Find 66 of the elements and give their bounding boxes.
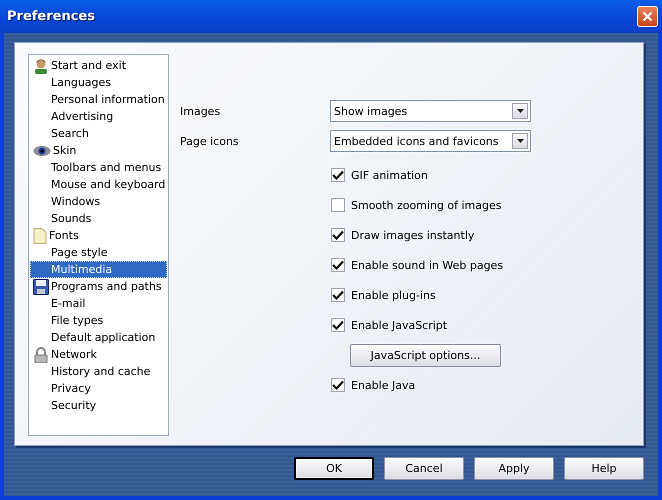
- category-item[interactable]: Personal information: [30, 91, 167, 108]
- category-item[interactable]: Default application: [30, 329, 167, 346]
- caret-icon: [516, 139, 524, 143]
- checkmark-icon: [332, 260, 344, 270]
- checkmark-icon: [332, 170, 344, 180]
- category-item[interactable]: Advertising: [30, 108, 167, 125]
- category-item[interactable]: Toolbars and menus: [30, 159, 167, 176]
- category-item[interactable]: Privacy: [30, 380, 167, 397]
- category-item[interactable]: Security: [30, 397, 167, 414]
- checkmark-icon: [332, 380, 344, 390]
- document-icon: [33, 228, 47, 244]
- category-item[interactable]: History and cache: [30, 363, 167, 380]
- eye-icon: [33, 144, 51, 156]
- checkbox[interactable]: [331, 318, 345, 332]
- checkbox-label: Enable Java: [351, 378, 416, 392]
- category-item[interactable]: E-mail: [30, 295, 167, 312]
- field-label: Page icons: [180, 134, 240, 148]
- category-item[interactable]: Multimedia: [30, 261, 167, 278]
- category-label: Network: [51, 348, 97, 361]
- checkbox[interactable]: [331, 228, 345, 242]
- category-item[interactable]: File types: [30, 312, 167, 329]
- category-label: Fonts: [49, 229, 79, 242]
- window-title: Preferences: [7, 9, 95, 24]
- category-item[interactable]: Fonts: [30, 227, 167, 244]
- category-item[interactable]: Mouse and keyboard: [30, 176, 167, 193]
- dropdown-value: Show images: [334, 104, 408, 118]
- dialog-button[interactable]: Apply: [474, 457, 554, 480]
- category-item[interactable]: Network: [30, 346, 167, 363]
- category-label: Start and exit: [51, 59, 126, 72]
- dropdown-value: Embedded icons and favicons: [334, 134, 499, 148]
- category-label: Programs and paths: [51, 280, 162, 293]
- close-icon: [642, 11, 653, 22]
- checkbox[interactable]: [331, 378, 345, 392]
- field-label: Images: [180, 104, 222, 118]
- dialog-button[interactable]: Help: [564, 457, 644, 480]
- checkbox[interactable]: [331, 168, 345, 182]
- category-item[interactable]: Search: [30, 125, 167, 142]
- category-item[interactable]: Start and exit: [30, 57, 167, 74]
- options-button[interactable]: JavaScript options...: [350, 344, 501, 366]
- close-button[interactable]: [637, 6, 658, 27]
- dropdown[interactable]: Show images: [330, 100, 531, 122]
- dropdown[interactable]: Embedded icons and favicons: [330, 130, 531, 152]
- checkbox[interactable]: [331, 288, 345, 302]
- category-label: Skin: [53, 144, 76, 157]
- caret-icon: [516, 109, 524, 113]
- checkbox-label: Enable sound in Web pages: [351, 258, 504, 272]
- category-item[interactable]: Programs and paths: [30, 278, 167, 295]
- category-item[interactable]: Skin: [30, 142, 167, 159]
- checkbox-label: Smooth zooming of images: [351, 198, 502, 212]
- person-icon: [33, 58, 49, 74]
- padlock-icon: [33, 346, 49, 362]
- category-item[interactable]: Sounds: [30, 210, 167, 227]
- category-item[interactable]: Page style: [30, 244, 167, 261]
- category-item[interactable]: Languages: [30, 74, 167, 91]
- checkbox[interactable]: [331, 198, 345, 212]
- checkmark-icon: [332, 320, 344, 330]
- checkbox-label: Draw images instantly: [351, 228, 474, 242]
- checkmark-icon: [332, 290, 344, 300]
- checkbox-label: Enable JavaScript: [351, 318, 448, 332]
- checkbox[interactable]: [331, 258, 345, 272]
- dialog-button[interactable]: Cancel: [384, 457, 464, 480]
- checkbox-label: Enable plug-ins: [351, 288, 436, 302]
- category-item[interactable]: Windows: [30, 193, 167, 210]
- checkmark-icon: [332, 230, 344, 240]
- dialog-button[interactable]: OK: [294, 457, 374, 480]
- checkbox-label: GIF animation: [351, 168, 428, 182]
